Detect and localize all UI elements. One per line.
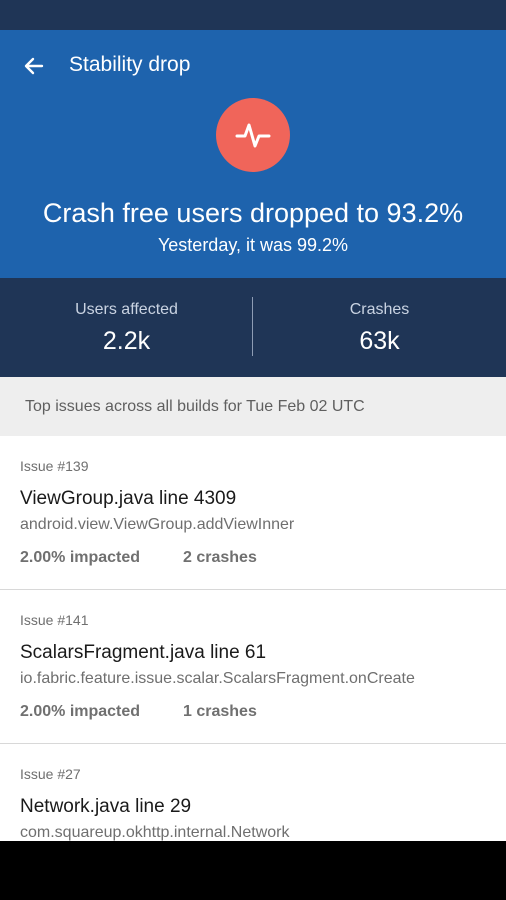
stat-users-affected: Users affected 2.2k [0,278,253,377]
issue-title: ViewGroup.java line 4309 [20,488,237,509]
issue-impacted: 2.00% impacted [20,703,141,720]
issue-item[interactable]: Issue #27 Network.java line 29 com.squar… [0,744,506,841]
issue-list: Issue #139 ViewGroup.java line 4309 andr… [0,436,506,841]
issue-title: Network.java line 29 [20,796,192,817]
stat-label: Users affected [75,301,178,318]
issue-impacted: 2.00% impacted [20,549,141,566]
issue-method: io.fabric.feature.issue.scalar.ScalarsFr… [20,670,415,687]
stat-crashes: Crashes 63k [253,278,506,377]
issue-method: android.view.ViewGroup.addViewInner [20,516,295,533]
stat-label: Crashes [349,301,410,318]
section-header: Top issues across all builds for Tue Feb… [0,377,506,436]
back-button[interactable] [16,48,52,84]
stats-panel: Users affected 2.2k Crashes 63k [0,278,506,377]
crash-free-subline: Yesterday, it was 99.2% [157,235,349,255]
page-title: Stability drop [69,53,191,76]
issue-number: Issue #139 [20,458,89,474]
stat-value: 2.2k [102,327,151,355]
issue-item[interactable]: Issue #139 ViewGroup.java line 4309 andr… [0,436,506,590]
navigation-bar [0,841,506,900]
issue-number: Issue #141 [20,612,89,628]
issue-method: com.squareup.okhttp.internal.Network [20,824,290,841]
arrow-left-icon [24,57,44,75]
issue-number: Issue #27 [20,766,81,782]
status-bar [0,0,506,30]
hero-banner: Stability drop Crash free users dropped … [0,30,506,278]
issue-crashes: 1 crashes [183,703,257,720]
pulse-icon [235,123,271,148]
stat-value: 63k [359,327,400,355]
issue-title: ScalarsFragment.java line 61 [20,642,267,663]
section-header-text: Top issues across all builds for Tue Feb… [25,398,365,415]
pulse-badge [216,98,290,172]
crash-free-headline: Crash free users dropped to 93.2% [42,198,464,228]
issue-crashes: 2 crashes [183,549,257,566]
issue-item[interactable]: Issue #141 ScalarsFragment.java line 61 … [0,590,506,744]
